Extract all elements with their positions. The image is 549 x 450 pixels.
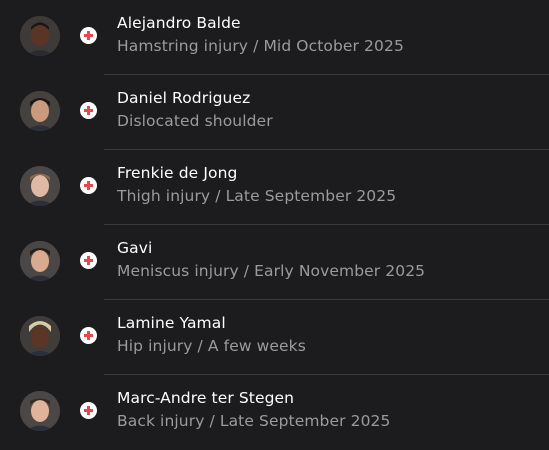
player-name: Gavi [117,239,153,257]
player-avatar [20,16,60,56]
player-row[interactable]: Alejandro Balde Hamstring injury / Mid O… [0,0,549,75]
player-row[interactable]: Daniel Rodriguez Dislocated shoulder [0,75,549,150]
player-avatar [20,391,60,431]
injury-detail: Meniscus injury / Early November 2025 [117,262,426,280]
injury-detail: Back injury / Late September 2025 [117,412,391,430]
injury-cross-icon [80,327,97,344]
injury-cross-icon [80,27,97,44]
injury-detail: Thigh injury / Late September 2025 [117,187,397,205]
player-row[interactable]: Frenkie de Jong Thigh injury / Late Sept… [0,150,549,225]
injury-detail: Dislocated shoulder [117,112,273,130]
player-name: Frenkie de Jong [117,164,238,182]
injury-detail: Hamstring injury / Mid October 2025 [117,37,404,55]
player-name: Daniel Rodriguez [117,89,251,107]
player-avatar [20,166,60,206]
player-name: Alejandro Balde [117,14,241,32]
injury-cross-icon [80,402,97,419]
player-name: Marc-Andre ter Stegen [117,389,295,407]
player-row[interactable]: Gavi Meniscus injury / Early November 20… [0,225,549,300]
player-avatar [20,316,60,356]
player-row[interactable]: Lamine Yamal Hip injury / A few weeks [0,300,549,375]
player-row[interactable]: Marc-Andre ter Stegen Back injury / Late… [0,375,549,450]
injury-cross-icon [80,252,97,269]
player-avatar [20,241,60,281]
injury-cross-icon [80,177,97,194]
player-avatar [20,91,60,131]
injured-players-list: Alejandro Balde Hamstring injury / Mid O… [0,0,549,444]
player-name: Lamine Yamal [117,314,226,332]
injury-detail: Hip injury / A few weeks [117,337,306,355]
injury-cross-icon [80,102,97,119]
